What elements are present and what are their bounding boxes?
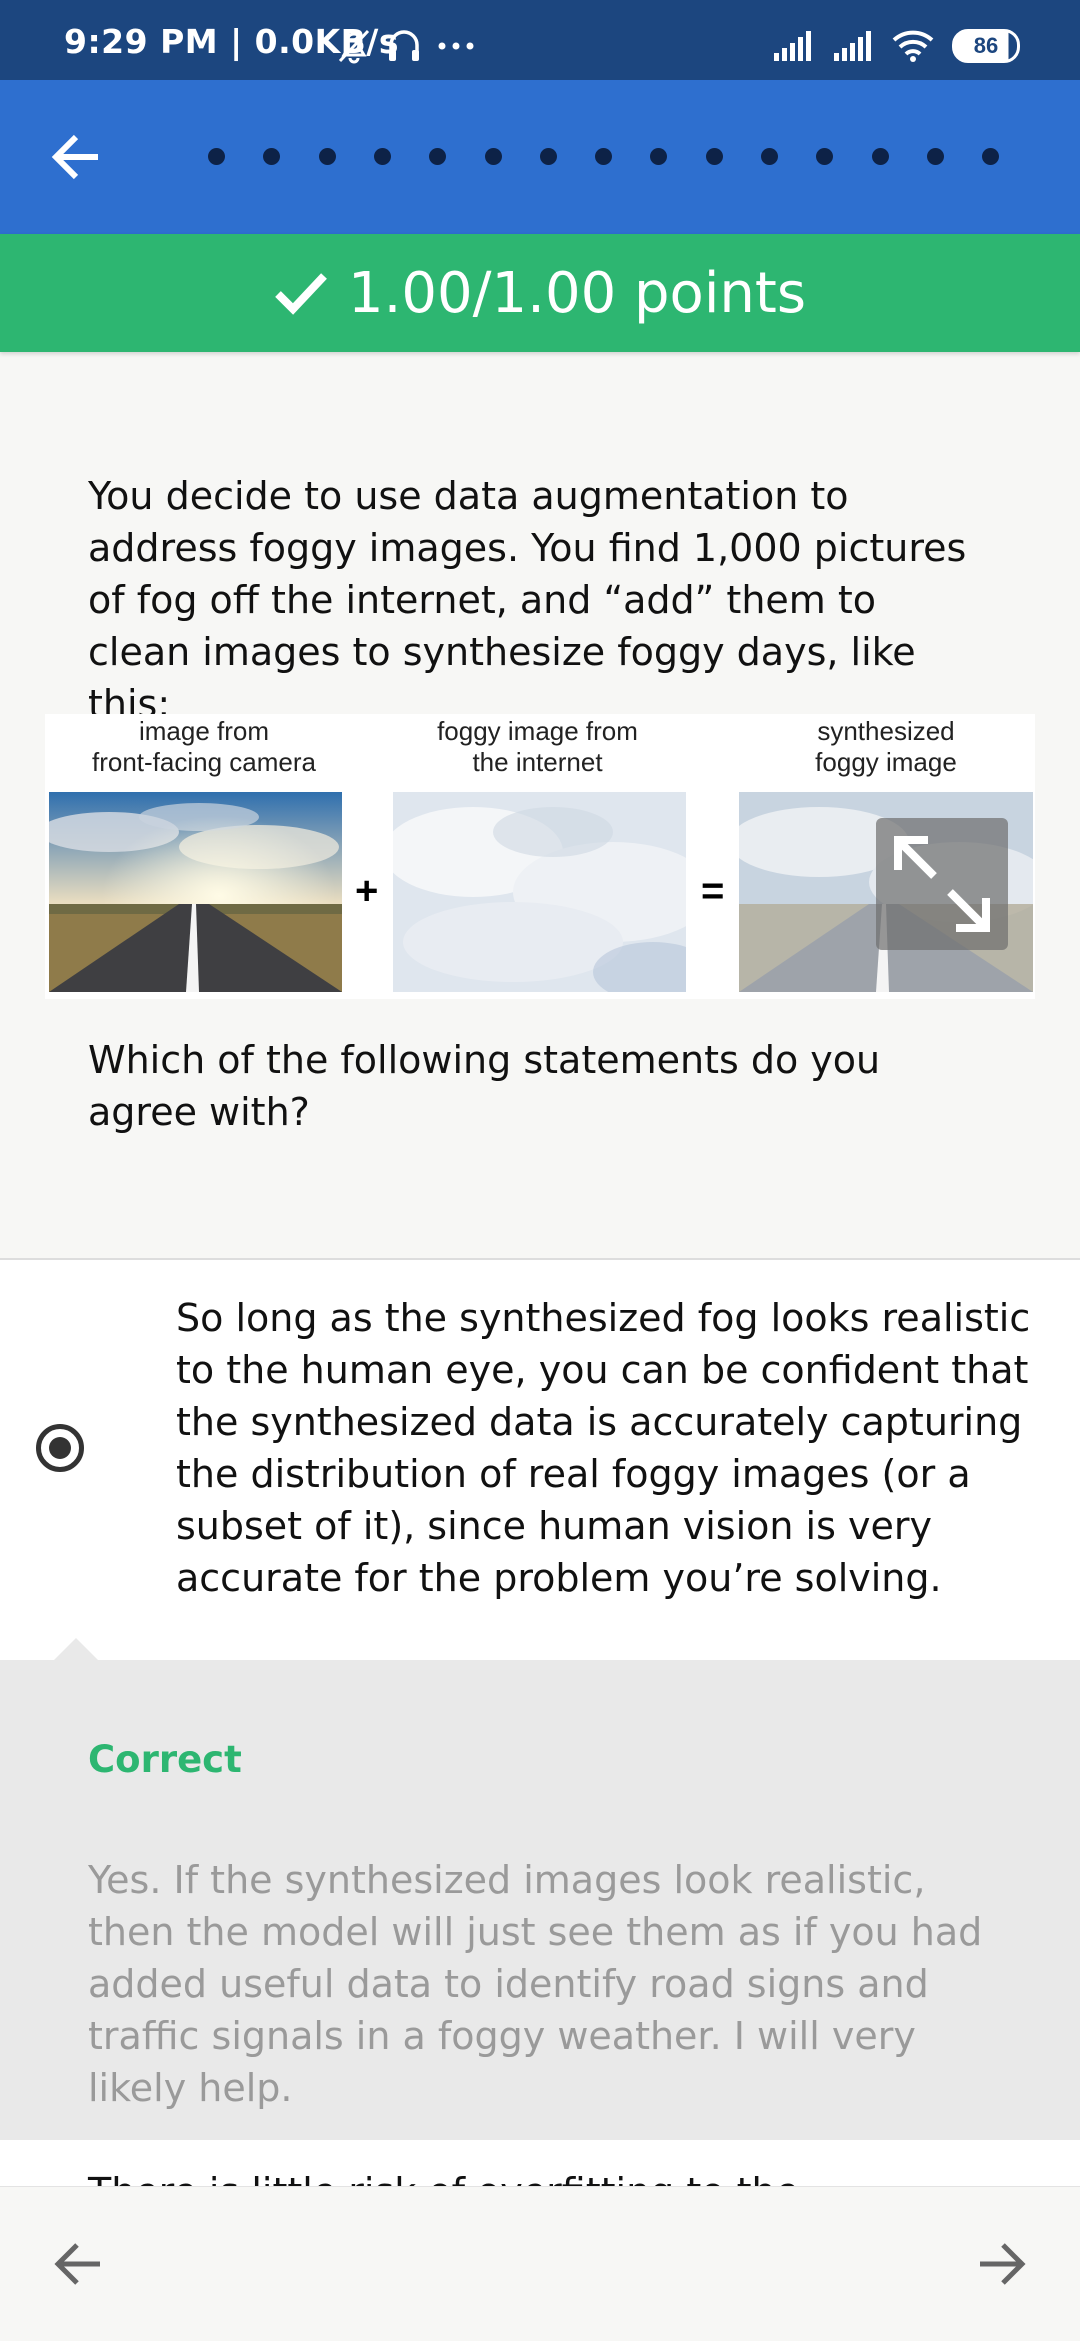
status-right-icons: 86	[772, 24, 1020, 68]
figure-caption-fog: foggy image from the internet	[437, 716, 638, 777]
progress-dot[interactable]	[484, 148, 502, 165]
score-banner: 1.00/1.00 points	[0, 234, 1080, 352]
next-answer-option-text: There is little risk of overfitting to t…	[88, 2170, 799, 2186]
feedback-panel: Correct Yes. If the synthesized images l…	[0, 1638, 1080, 2140]
status-bar: 9:29 PM | 0.0KB/s 86	[0, 0, 1080, 80]
progress-dot[interactable]	[595, 148, 613, 165]
feedback-text: Yes. If the synthesized images look real…	[88, 1858, 983, 2110]
progress-dot[interactable]	[926, 148, 944, 165]
arrow-left-icon	[51, 134, 98, 180]
signal-icon-2	[834, 31, 871, 61]
battery-indicator: 86	[952, 29, 1020, 63]
next-question-button[interactable]	[972, 2235, 1030, 2293]
checkmark-icon	[275, 273, 327, 315]
feedback-label: Correct	[88, 1738, 242, 1781]
progress-dot[interactable]	[982, 148, 1000, 165]
bottom-navigation	[0, 2186, 1080, 2341]
progress-dot[interactable]	[871, 148, 889, 165]
radio-selected[interactable]	[36, 1424, 84, 1472]
next-answer-option[interactable]: There is little risk of overfitting to t…	[0, 2140, 1080, 2186]
previous-question-button[interactable]	[50, 2235, 108, 2293]
progress-dot[interactable]	[761, 148, 778, 165]
expand-image-button[interactable]	[876, 818, 1008, 950]
question-text: You decide to use data augmentation to a…	[88, 474, 967, 726]
figure-caption-synth: synthesized foggy image	[815, 716, 957, 777]
status-left-icons	[336, 26, 476, 66]
headphones-icon	[389, 30, 419, 61]
augmentation-figure: image from front-facing camera foggy ima…	[45, 714, 1035, 999]
mute-bell-icon	[338, 29, 370, 64]
equals-sign: =	[701, 869, 725, 913]
answer-option-text: So long as the synthesized fog looks rea…	[176, 1296, 1031, 1600]
score-text: 1.00/1.00 points	[347, 260, 807, 326]
plus-sign: +	[355, 869, 379, 913]
answer-option[interactable]: So long as the synthesized fog looks rea…	[0, 1258, 1080, 1662]
wifi-icon	[892, 30, 934, 62]
progress-dot[interactable]	[705, 148, 723, 165]
feedback-pointer	[54, 1638, 98, 1660]
progress-dot[interactable]	[263, 148, 281, 165]
back-button[interactable]	[46, 126, 108, 188]
progress-dot[interactable]	[816, 148, 834, 165]
progress-dot[interactable]	[539, 148, 557, 165]
progress-dot[interactable]	[429, 148, 447, 165]
arrow-left-icon	[54, 2243, 100, 2285]
progress-dot[interactable]	[208, 148, 225, 165]
app-bar	[0, 80, 1080, 234]
radio-dot	[49, 1437, 71, 1459]
arrow-right-icon	[980, 2243, 1026, 2285]
road-image	[49, 792, 342, 992]
progress-dot[interactable]	[373, 148, 391, 165]
signal-icon	[774, 31, 811, 61]
figure-caption-camera: image from front-facing camera	[92, 716, 316, 777]
expand-icon	[894, 836, 990, 932]
fog-image	[393, 792, 686, 992]
progress-dot[interactable]	[318, 148, 336, 165]
question-prompt: Which of the following statements do you…	[88, 1038, 881, 1134]
progress-dot[interactable]	[650, 148, 668, 165]
more-notifications-icon	[438, 42, 474, 50]
